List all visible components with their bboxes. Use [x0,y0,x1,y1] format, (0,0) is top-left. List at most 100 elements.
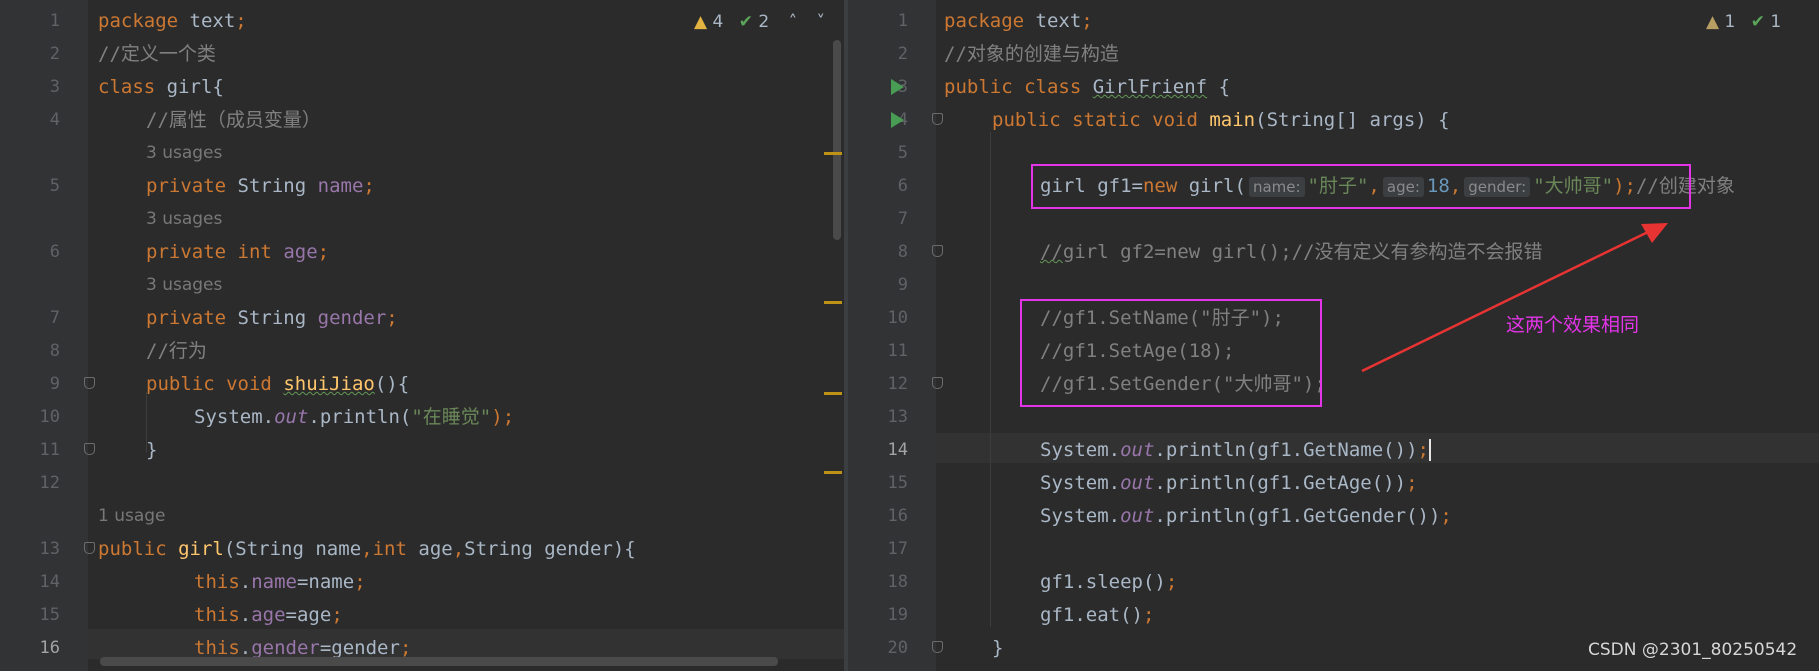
code-line-2[interactable]: //定义一个类 [98,43,216,65]
warning-triangle-icon: ▲ [694,12,708,32]
watermark: CSDN @2301_80250542 [1588,640,1798,660]
code-token: text [189,10,236,32]
line-number: 13 [39,539,60,559]
annotation-arrow-line [1361,230,1649,373]
line-number: 7 [49,308,60,328]
keyword: private [146,241,227,263]
keyword: int [237,241,272,263]
horizontal-scrollbar[interactable] [100,657,778,666]
warning-count: 4 [712,12,724,32]
keyword: private [146,175,227,197]
line-number: 15 [39,605,60,625]
code-token: gender [251,637,320,659]
fold-marker-icon[interactable] [84,542,95,554]
code-token: ; [354,571,366,593]
double-check-icon: ✔ [738,12,753,32]
line-number: 4 [49,110,60,130]
code-token: , [361,538,373,560]
keyword: public [146,373,215,395]
code-token: name [251,571,297,593]
usage-hint[interactable]: 3 usages [146,274,222,296]
warning-marker[interactable] [824,392,842,395]
code-token: (String name [223,538,362,560]
line-number: 8 [49,341,60,361]
code-token: String [237,307,307,329]
code-line-15[interactable]: this.age=age; [194,604,343,626]
keyword: this [194,571,240,593]
string-literal: "在睡觉" [411,406,492,428]
line-number: 14 [39,572,60,592]
code-token: ; [317,241,330,263]
inspection-widget[interactable]: ▲ 4 ✔ 2 ˄ ˅ [694,11,825,33]
fold-marker-icon[interactable] [84,443,95,455]
code-line-13[interactable]: public girl(String name,int age,String g… [98,538,636,560]
line-number: 12 [39,473,60,493]
code-line-6[interactable]: private int age; [146,241,329,263]
warning-marker[interactable] [824,301,842,304]
code-line-8[interactable]: //行为 [146,340,207,362]
keyword: package [98,10,179,32]
code-line-14[interactable]: this.name=name; [194,571,366,593]
line-number: 10 [39,407,60,427]
keyword: class [98,76,156,98]
annotation-label: 这两个效果相同 [1506,314,1640,336]
code-line-11[interactable]: } [146,439,157,461]
code-line-9[interactable]: public void shuiJiao(){ [146,373,409,395]
method-name: girl [178,538,224,560]
code-token: out [274,406,309,428]
code-token: . [239,637,252,659]
code-line-1[interactable]: package text; [98,10,247,32]
code-token: .println( [308,406,412,428]
line-number: 3 [49,77,60,97]
chevron-down-icon[interactable]: ˅ [817,12,826,32]
code-token: name [317,175,364,197]
keyword: this [194,604,240,626]
code-line-7[interactable]: private String gender; [146,307,398,329]
code-token: age [418,538,453,560]
code-token: ; [399,637,412,659]
usage-hint[interactable]: 1 usage [98,505,166,527]
line-number: 9 [49,374,60,394]
code-token: System. [194,406,275,428]
keyword: private [146,307,227,329]
code-token: String [237,175,307,197]
code-token: ; [363,175,375,197]
line-number-current: 16 [39,638,60,658]
warning-marker[interactable] [824,471,842,474]
annotation-arrow [1361,223,1668,373]
keyword: int [372,538,407,560]
keyword: public [98,538,167,560]
chevron-up-icon[interactable]: ˄ [789,12,798,32]
code-token: . [239,571,252,593]
code-token: age [251,604,286,626]
method-name: shuiJiao [283,373,375,395]
code-token: ); [491,406,515,428]
code-line-10[interactable]: System.out.println("在睡觉"); [194,406,514,428]
keyword: void [226,373,272,395]
code-token: =name [296,571,355,593]
line-number: 5 [49,176,60,196]
code-token: ; [386,307,398,329]
code-line-4[interactable]: //属性（成员变量） [146,109,321,131]
line-number: 1 [49,11,60,31]
code-line-5[interactable]: private String name; [146,175,375,197]
code-token: ; [235,10,247,32]
line-number: 11 [39,440,60,460]
left-editor[interactable]: 1 2 3 4 5 6 7 8 9 10 11 12 13 14 15 16 ▲… [0,0,844,671]
fold-marker-icon[interactable] [84,377,95,389]
code-token: age [283,241,318,263]
code-line-3[interactable]: class girl{ [98,76,224,98]
line-number: 6 [49,242,60,262]
code-token: String gender){ [464,538,636,560]
code-token: gender [317,307,387,329]
usage-hint[interactable]: 3 usages [146,142,222,164]
weak-warning-count: 2 [758,12,770,32]
code-token: =age [285,604,332,626]
right-editor[interactable]: 1 2 3 4 5 6 7 8 9 10 11 12 13 14 15 16 1… [848,0,1819,671]
keyword: this [194,637,240,659]
usage-hint[interactable]: 3 usages [146,208,222,230]
vertical-scrollbar[interactable] [833,40,841,240]
code-line-16[interactable]: this.gender=gender; [194,637,411,659]
current-line-highlight [0,629,844,659]
warning-marker[interactable] [824,152,842,155]
